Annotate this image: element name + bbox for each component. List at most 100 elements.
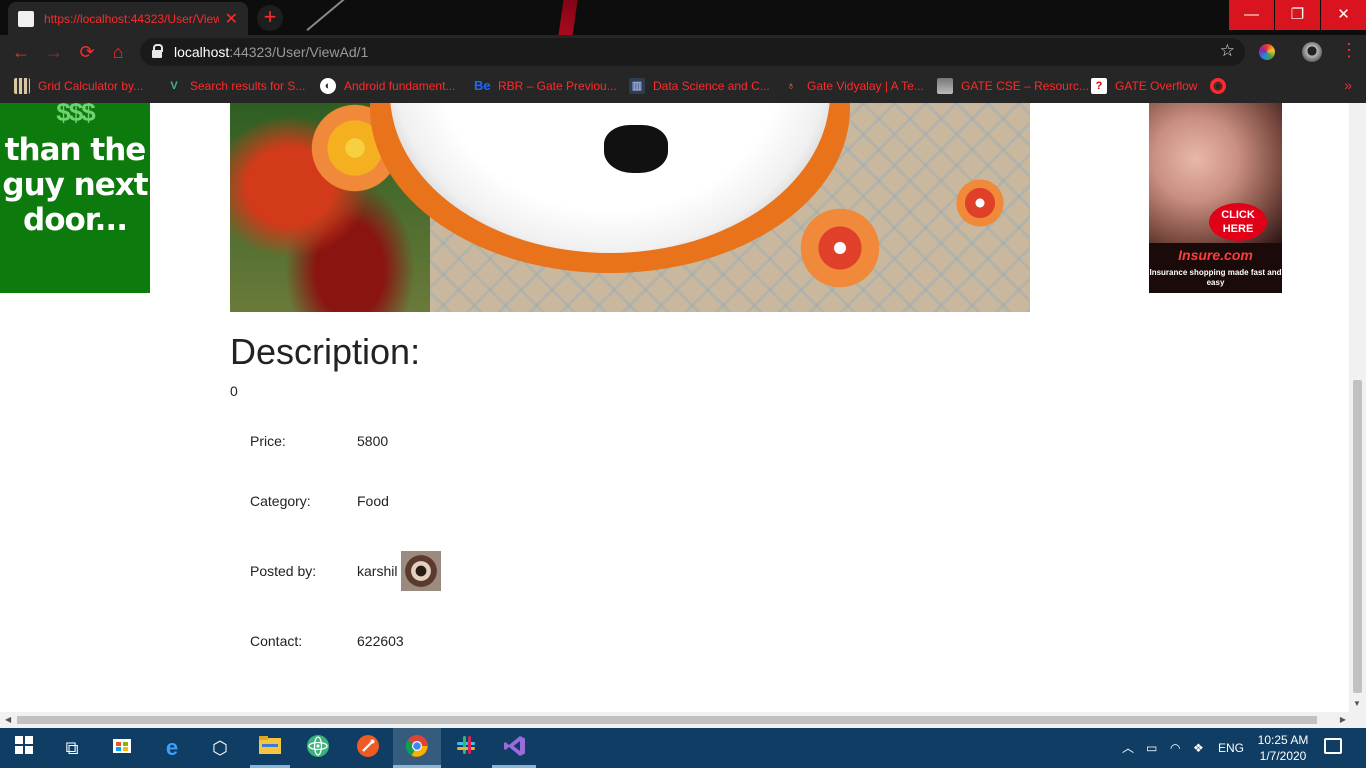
ad-brand: Insure.com (1178, 247, 1253, 263)
description-text: 0 (230, 383, 238, 399)
photo-cake-topping (604, 125, 668, 173)
bookmark-item[interactable]: ▥ Data Science and C... (629, 77, 770, 95)
bookmark-item[interactable]: ◐ Android fundament... (320, 77, 455, 95)
chevron-up-icon[interactable]: ︿ (1122, 728, 1134, 768)
grid-icon (14, 78, 30, 94)
file-explorer-icon[interactable] (256, 734, 284, 762)
dollar-signs: $$$ (56, 103, 95, 127)
clock-date: 1/7/2020 (1259, 749, 1307, 763)
browser-menu-icon[interactable]: ⋮ (1340, 41, 1358, 59)
close-tab-icon[interactable]: ✕ (225, 9, 238, 29)
contact-label: Contact: (250, 633, 303, 649)
minimize-button[interactable]: — (1229, 0, 1274, 30)
photo-flower (790, 198, 890, 298)
url-text[interactable]: localhost:44323/User/ViewAd/1 (174, 44, 368, 60)
bulb-icon: ♁ (786, 80, 796, 92)
behance-icon: Be (474, 78, 491, 93)
scrollbar-thumb[interactable] (1353, 380, 1362, 693)
browser-tab[interactable]: https://localhost:44323/User/ViewAd/1 ✕ (8, 2, 248, 35)
ad-copy: than the guy next door... (2, 132, 148, 238)
bookmark-item[interactable]: ? GATE Overflow (1091, 77, 1197, 95)
forward-arrow-icon[interactable]: → (43, 41, 65, 63)
contact-value: 622603 (357, 633, 404, 649)
bookmarks-bar: Grid Calculator by... V Search results f… (0, 69, 1366, 103)
vertical-scrollbar[interactable]: ▼ (1349, 103, 1366, 712)
globe-icon: ◐ (320, 78, 336, 94)
page-viewport: $$$ than the guy next door... CLICK HERE… (0, 103, 1366, 712)
slack-icon[interactable] (452, 734, 480, 762)
scroll-right-icon[interactable]: ▶ (1340, 715, 1346, 724)
task-view-icon[interactable]: ⧉ (58, 734, 86, 762)
url-path: :44323/User/ViewAd/1 (229, 44, 369, 60)
visual-studio-icon[interactable] (501, 734, 529, 762)
store-icon[interactable] (108, 734, 136, 762)
bookmark-label: RBR – Gate Previou... (498, 79, 617, 93)
restore-button[interactable]: ❐ (1275, 0, 1320, 30)
bookmark-label: GATE CSE – Resourc... (961, 79, 1089, 93)
new-tab-button[interactable]: + (257, 5, 283, 31)
posted-by-value: karshil (357, 563, 398, 579)
horizontal-scrollbar[interactable]: ◀ ▶ (0, 712, 1366, 728)
scrollbar-thumb[interactable] (17, 716, 1317, 724)
bookmark-item[interactable]: ♁ Gate Vidyalay | A Te... (783, 77, 924, 95)
scroll-left-icon[interactable]: ◀ (5, 715, 11, 724)
home-icon[interactable]: ⌂ (107, 41, 129, 63)
virtualbox-icon[interactable]: ⬡ (206, 734, 234, 762)
bookmark-item[interactable]: Be RBR – Gate Previou... (474, 77, 617, 95)
chevron-right-icon[interactable]: » (1344, 77, 1352, 93)
chrome-icon[interactable] (403, 734, 431, 762)
dropbox-icon[interactable]: ❖ (1193, 728, 1204, 768)
bookmark-label: Android fundament... (344, 79, 456, 93)
bookmark-item[interactable]: GATE CSE – Resourc... (937, 77, 1089, 95)
clock-time: 10:25 AM (1257, 733, 1309, 747)
wallpaper-streak (306, 0, 354, 32)
profile-avatar[interactable] (1302, 42, 1322, 62)
browser-toolbar: ← → ⟳ ⌂ localhost:44323/User/ViewAd/1 ☆ … (0, 35, 1366, 69)
edge-icon[interactable]: e (158, 734, 186, 762)
bookmark-item[interactable]: V Search results for S... (166, 77, 305, 95)
browser-logo-icon: ◉ (1210, 78, 1226, 94)
battery-icon[interactable]: ▭ (1146, 728, 1157, 768)
bookmark-item[interactable]: Grid Calculator by... (14, 77, 143, 95)
windows-start-icon[interactable] (10, 734, 38, 762)
question-icon: ? (1091, 78, 1107, 94)
scroll-down-icon[interactable]: ▼ (1353, 699, 1361, 708)
photo-flower (950, 173, 1010, 233)
category-label: Category: (250, 493, 311, 509)
postman-icon[interactable] (354, 734, 382, 762)
bookmark-label: Search results for S... (190, 79, 306, 93)
bookmark-label: Gate Vidyalay | A Te... (807, 79, 924, 93)
wifi-icon[interactable]: ◠ (1170, 728, 1180, 768)
atom-icon[interactable] (304, 734, 332, 762)
photo-icon (937, 78, 953, 94)
language-indicator[interactable]: ENG (1218, 728, 1244, 768)
color-extension-icon[interactable] (1259, 44, 1275, 60)
left-banner-ad[interactable]: $$$ than the guy next door... (0, 103, 150, 293)
notifications-icon[interactable] (1324, 738, 1342, 754)
bookmark-label: Data Science and C... (653, 79, 770, 93)
ad-tagline: Insurance shopping made fast and easy (1149, 268, 1282, 287)
back-arrow-icon[interactable]: ← (10, 41, 32, 63)
page-icon (18, 10, 34, 27)
category-value: Food (357, 493, 389, 509)
bookmark-star-icon[interactable]: ☆ (1220, 41, 1235, 61)
reload-icon[interactable]: ⟳ (76, 41, 98, 63)
price-label: Price: (250, 433, 286, 449)
vuejs-icon: V (170, 80, 178, 92)
bookmark-label: GATE Overflow (1115, 79, 1198, 93)
wallpaper-streak (553, 0, 581, 35)
address-bar[interactable]: localhost:44323/User/ViewAd/1 ☆ (140, 38, 1245, 66)
bookmark-item[interactable]: ◉ (1210, 77, 1234, 95)
system-clock[interactable]: 10:25 AM 1/7/2020 (1252, 732, 1314, 764)
posted-by-label: Posted by: (250, 563, 317, 579)
tab-title: https://localhost:44323/User/ViewAd/1 (44, 11, 219, 26)
price-value: 5800 (357, 433, 389, 449)
description-heading: Description: (230, 331, 421, 372)
chart-icon: ▥ (629, 78, 645, 94)
bookmark-label: Grid Calculator by... (38, 79, 144, 93)
lock-icon[interactable] (152, 44, 163, 58)
click-here-badge[interactable]: CLICK HERE (1209, 203, 1267, 241)
url-host: localhost (174, 44, 230, 60)
right-banner-ad[interactable]: CLICK HERE Insure.com Insurance shopping… (1149, 103, 1282, 293)
close-window-button[interactable]: ✕ (1321, 0, 1366, 30)
